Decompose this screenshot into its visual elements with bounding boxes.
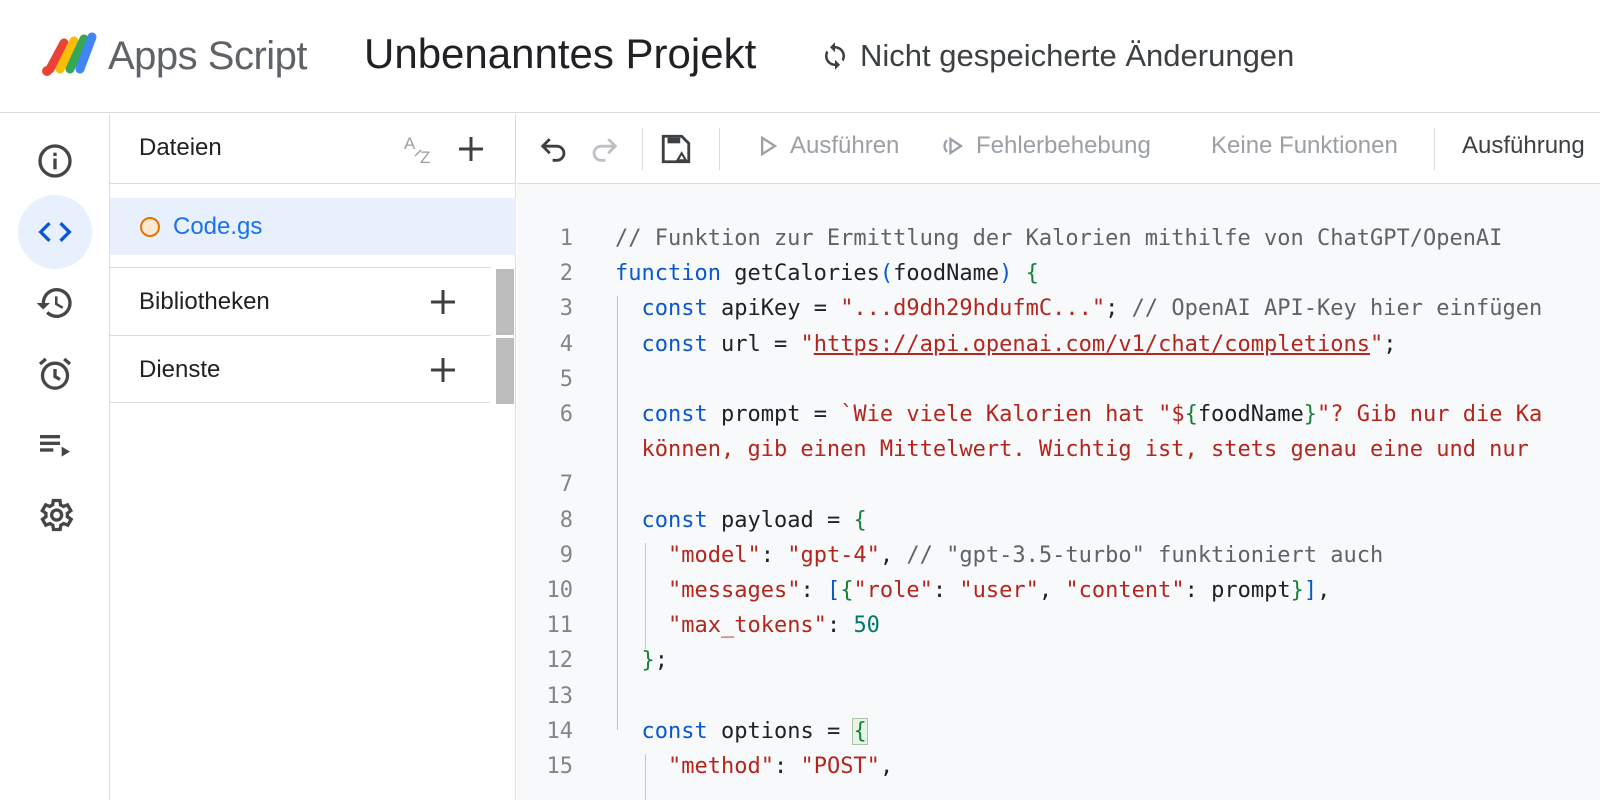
line-number: 11 <box>546 613 574 639</box>
code-line[interactable]: const apiKey = "...d9dh29hdufmC..."; // … <box>615 296 1543 321</box>
run-button[interactable]: Ausführen <box>754 132 899 160</box>
add-library-icon[interactable] <box>425 284 461 320</box>
function-select-label: Keine Funktionen <box>1211 132 1398 159</box>
gear-icon <box>40 498 74 532</box>
line-number: 15 <box>546 754 574 779</box>
libraries-scrollbar[interactable] <box>496 269 514 335</box>
services-scrollbar[interactable] <box>496 338 514 404</box>
add-file-icon[interactable] <box>453 131 489 167</box>
code-line[interactable]: const payload = { <box>615 508 867 533</box>
code-editor: Ausführen Fehlerbehebung Keine Funktione… <box>517 114 1600 800</box>
line-number: 5 <box>559 366 573 392</box>
code-line[interactable]: "model": "gpt-4", // "gpt-3.5-turbo" fun… <box>615 543 1383 568</box>
debug-button[interactable]: Fehlerbehebung <box>940 132 1151 160</box>
line-number: 4 <box>559 331 573 357</box>
line-number: 2 <box>559 261 573 287</box>
sort-az-icon[interactable]: A Z <box>402 129 442 169</box>
svg-text:A: A <box>404 134 416 153</box>
nav-rail <box>0 114 110 800</box>
code-line[interactable]: const options = { <box>615 717 868 745</box>
files-panel: Dateien A Z Code.gs Bibliotheken Dienste <box>110 114 516 800</box>
toolbar-divider <box>1434 128 1435 170</box>
execution-log-button[interactable]: Ausführung <box>1462 132 1585 160</box>
files-header: Dateien A Z <box>110 114 516 184</box>
line-number: 6 <box>559 402 573 427</box>
info-icon <box>38 144 72 178</box>
code-icon <box>38 222 72 242</box>
code-line[interactable]: können, gib einen Mittelwert. Wichtig is… <box>615 437 1528 462</box>
toolbar-divider <box>642 128 643 170</box>
unsaved-dot-icon <box>140 217 160 237</box>
code-area[interactable]: 1 // Funktion zur Ermittlung der Kalorien… <box>517 184 1600 800</box>
line-number: 7 <box>559 472 573 498</box>
libraries-label: Bibliotheken <box>139 288 270 315</box>
execution-log-label: Ausführung <box>1462 132 1585 159</box>
project-title[interactable]: Unbenanntes Projekt <box>364 30 756 78</box>
editor-toolbar: Ausführen Fehlerbehebung Keine Funktione… <box>517 114 1600 184</box>
rail-item-executions[interactable] <box>18 408 92 482</box>
services-section[interactable]: Dienste <box>110 335 490 403</box>
code-line[interactable]: "max_tokens": 50 <box>615 613 880 638</box>
line-number: 1 <box>559 226 573 251</box>
svg-text:Z: Z <box>420 148 430 167</box>
alarm-icon <box>38 357 72 390</box>
code-line[interactable]: "method": "POST", <box>615 754 893 779</box>
rail-item-history[interactable] <box>18 266 92 340</box>
play-icon <box>761 135 778 157</box>
libraries-section[interactable]: Bibliotheken <box>110 267 490 335</box>
app-header: Apps Script Unbenanntes Projekt Nicht ge… <box>0 0 1600 113</box>
save-drive-icon[interactable] <box>659 132 693 166</box>
code-line[interactable]: "messages": [{"role": "user", "content":… <box>615 578 1330 603</box>
debug-label: Fehlerbehebung <box>976 132 1151 159</box>
line-number: 10 <box>546 578 574 603</box>
code-line[interactable]: const url = "https://api.openai.com/v1/c… <box>615 332 1397 357</box>
function-select[interactable]: Keine Funktionen <box>1211 132 1398 160</box>
sync-icon <box>825 42 845 70</box>
product-name: Apps Script <box>108 34 308 78</box>
line-number: 12 <box>546 648 574 674</box>
toolbar-divider <box>719 128 720 170</box>
run-label: Ausführen <box>790 132 900 159</box>
line-number: 3 <box>559 296 573 322</box>
playlist-icon <box>40 435 70 457</box>
save-status: Nicht gespeicherte Änderungen <box>820 38 1294 74</box>
file-name: Code.gs <box>173 213 263 240</box>
debug-icon <box>943 136 964 156</box>
apps-script-logo[interactable] <box>38 29 98 79</box>
line-number: 14 <box>546 718 574 744</box>
files-title: Dateien <box>139 134 222 161</box>
redo-icon[interactable] <box>587 132 621 166</box>
line-number: 8 <box>559 507 573 533</box>
rail-item-editor[interactable] <box>18 195 92 269</box>
rail-item-overview[interactable] <box>18 124 92 198</box>
unsaved-changes-label: Nicht gespeicherte Änderungen <box>860 38 1295 73</box>
code-line[interactable]: // Funktion zur Ermittlung der Kalorien … <box>615 226 1502 251</box>
services-label: Dienste <box>139 356 221 383</box>
code-line[interactable]: }; <box>615 648 669 673</box>
rail-item-triggers[interactable] <box>18 337 92 411</box>
line-number: 9 <box>559 542 573 568</box>
code-line[interactable]: function getCalories(foodName) { <box>615 261 1039 286</box>
file-item-code-gs[interactable]: Code.gs <box>110 198 516 255</box>
add-service-icon[interactable] <box>425 352 461 388</box>
rail-item-settings[interactable] <box>18 478 92 552</box>
code-line[interactable]: const prompt = `Wie viele Kalorien hat "… <box>615 402 1543 427</box>
undo-icon[interactable] <box>537 132 571 166</box>
line-number: 13 <box>546 683 574 709</box>
history-icon <box>36 288 72 318</box>
